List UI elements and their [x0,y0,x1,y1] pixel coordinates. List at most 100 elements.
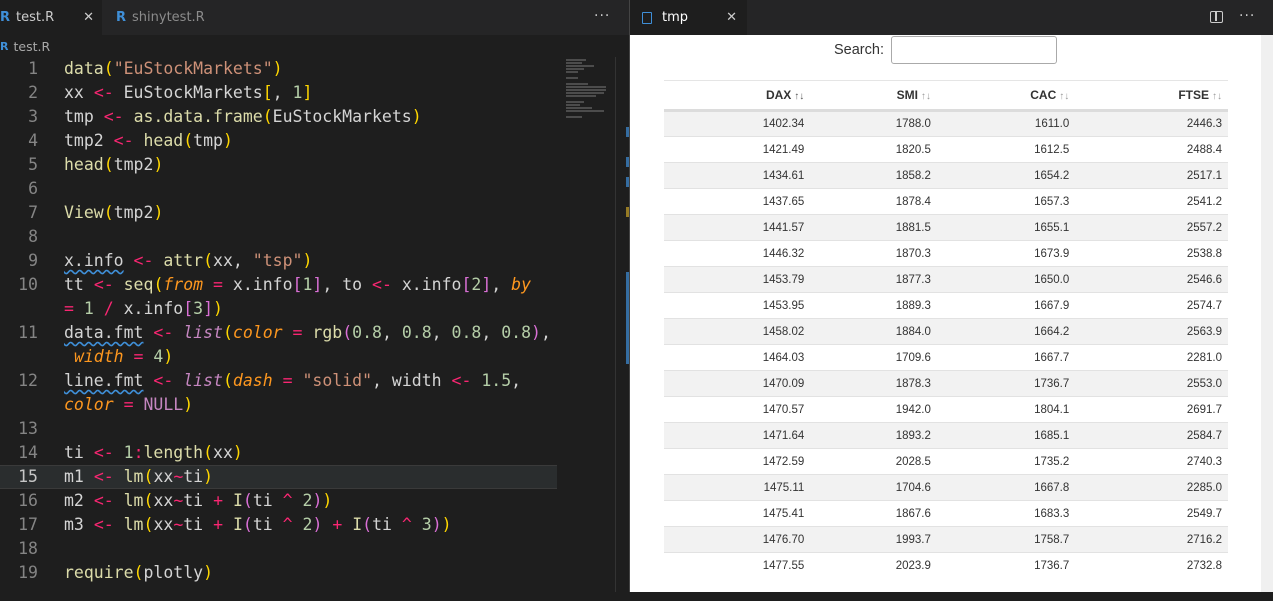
code-token: EuStockMarkets [272,107,412,126]
editor-scrollbar[interactable] [615,57,630,601]
table-cell: 1650.0 [936,266,1076,293]
code-line[interactable]: 10 tt <- seq(from = x.info[1], to <- x.in… [0,273,615,297]
line-number: 9 [28,251,38,270]
sort-icon[interactable]: ↑↓ [1212,91,1222,102]
code-token: ( [153,275,164,294]
search-input[interactable] [891,36,1057,64]
code-token: 0.8 [501,323,532,342]
more-actions-icon[interactable]: ··· [594,8,610,24]
table-row[interactable]: 1472.59 2028.5 1735.2 2740.3 [664,448,1228,475]
table-row[interactable]: 1434.61 1858.2 1654.2 2517.1 [664,162,1228,189]
code-line[interactable]: color = NULL) [0,393,615,417]
split-editor-icon[interactable] [1210,11,1223,23]
table-row[interactable]: 1475.11 1704.6 1667.8 2285.0 [664,474,1228,501]
close-icon[interactable]: ✕ [83,10,94,25]
viewer-scrollbar[interactable] [1261,35,1273,592]
code-token: ) [312,515,323,534]
code-line[interactable]: 6 [0,177,615,201]
minimap[interactable] [560,57,615,137]
code-token: [ [183,299,194,318]
table-cell: 1470.09 [664,370,811,397]
breadcrumb-file[interactable]: test.R [13,39,50,54]
tab-shinytest-r[interactable]: R shinytest.R [102,0,225,35]
code-token: EuStockMarkets [113,83,263,102]
sort-icon[interactable]: ↑↓ [794,91,804,102]
table-row[interactable]: 1476.70 1993.7 1758.7 2716.2 [664,526,1228,553]
table-row[interactable]: 1471.64 1893.2 1685.1 2584.7 [664,422,1228,449]
table-row[interactable]: 1437.65 1878.4 1657.3 2541.2 [664,188,1228,215]
code-line[interactable]: 19 require(plotly) [0,561,615,585]
code-text: = 1 / x.info[3]) [64,297,223,321]
code-line[interactable]: 15 m1 <- lm(xx~ti) [0,465,615,489]
table-cell: 1453.95 [664,292,811,319]
column-header-smi[interactable]: SMI ↑↓ [810,80,937,112]
table-cell: 1685.1 [936,422,1076,449]
code-token: ] [481,275,492,294]
sort-icon[interactable]: ↑↓ [921,91,931,102]
code-token: attr [163,251,204,270]
table-cell: 1475.41 [664,500,811,527]
code-line[interactable]: 5 head(tmp2) [0,153,615,177]
tab-tmp[interactable]: tmp ✕ [630,0,747,35]
table-row[interactable]: 1477.55 2023.9 1736.7 2732.8 [664,552,1228,579]
sort-icon[interactable]: ↑↓ [1059,91,1069,102]
table-row[interactable]: 1421.49 1820.5 1612.5 2488.4 [664,136,1228,163]
code-line[interactable]: 1 data("EuStockMarkets") [0,57,615,81]
code-token: ( [103,203,114,222]
table-row[interactable]: 1446.32 1870.3 1673.9 2538.8 [664,240,1228,267]
table-row[interactable]: 1453.79 1877.3 1650.0 2546.6 [664,266,1228,293]
table-cell: 1654.2 [936,162,1076,189]
code-line[interactable]: 2 xx <- EuStockMarkets[, 1] [0,81,615,105]
table-cell: 2546.6 [1075,266,1228,293]
code-token: NULL [143,395,184,414]
code-line[interactable]: 11 data.fmt <- list(color = rgb(0.8, 0.8,… [0,321,615,345]
code-text: ti <- 1:length(xx) [64,441,243,465]
table-cell: 1657.3 [936,188,1076,215]
table-row[interactable]: 1464.03 1709.6 1667.7 2281.0 [664,344,1228,371]
code-line[interactable]: = 1 / x.info[3]) [0,297,615,321]
code-token: xx, [213,251,253,270]
code-line[interactable]: 7 View(tmp2) [0,201,615,225]
column-header-ftse[interactable]: FTSE ↑↓ [1075,80,1228,112]
more-actions-icon[interactable]: ··· [1239,8,1255,24]
column-header-dax[interactable]: DAX ↑↓ [664,80,811,112]
code-line[interactable]: 9 x.info <- attr(xx, "tsp") [0,249,615,273]
code-line[interactable]: 4 tmp2 <- head(tmp) [0,129,615,153]
code-line[interactable]: 3 tmp <- as.data.frame(EuStockMarkets) [0,105,615,129]
code-token: 3 [421,515,432,534]
code-editor[interactable]: 1 data("EuStockMarkets") 2 xx <- EuStockMar… [0,57,615,601]
code-line[interactable]: 8 [0,225,615,249]
code-token: xx [213,443,233,462]
table-row[interactable]: 1470.57 1942.0 1804.1 2691.7 [664,396,1228,423]
table-row[interactable]: 1453.95 1889.3 1667.9 2574.7 [664,292,1228,319]
table-row[interactable]: 1441.57 1881.5 1655.1 2557.2 [664,214,1228,241]
tab-test-r[interactable]: R test.R ✕ [0,0,102,35]
code-line[interactable]: 13 [0,417,615,441]
code-line[interactable]: 16 m2 <- lm(xx~ti + I(ti ^ 2)) [0,489,615,513]
column-header-cac[interactable]: CAC ↑↓ [936,80,1076,112]
code-line[interactable]: 17 m3 <- lm(xx~ti + I(ti ^ 2) + I(ti ^ 3)… [0,513,615,537]
code-text: x.info <- attr(xx, "tsp") [64,249,312,273]
code-line[interactable]: 14 ti <- 1:length(xx) [0,441,615,465]
table-row[interactable]: 1402.34 1788.0 1611.0 2446.3 [664,110,1228,137]
code-line[interactable]: width = 4) [0,345,615,369]
table-cell: 2557.2 [1075,214,1228,241]
code-token: ) [322,491,333,510]
close-icon[interactable]: ✕ [726,10,737,25]
code-token: [ [292,275,303,294]
code-token: 2 [302,515,313,534]
code-token: plotly [143,563,204,582]
code-line[interactable]: 12 line.fmt <- list(dash = "solid", width… [0,369,615,393]
code-token: line.fmt [64,371,144,390]
table-row[interactable]: 1458.02 1884.0 1664.2 2563.9 [664,318,1228,345]
table-row[interactable]: 1475.41 1867.6 1683.3 2549.7 [664,500,1228,527]
code-line[interactable]: 18 [0,537,615,561]
column-header-label: CAC [1030,88,1057,102]
code-token: ti [252,515,283,534]
table-row[interactable]: 1470.09 1878.3 1736.7 2553.0 [664,370,1228,397]
